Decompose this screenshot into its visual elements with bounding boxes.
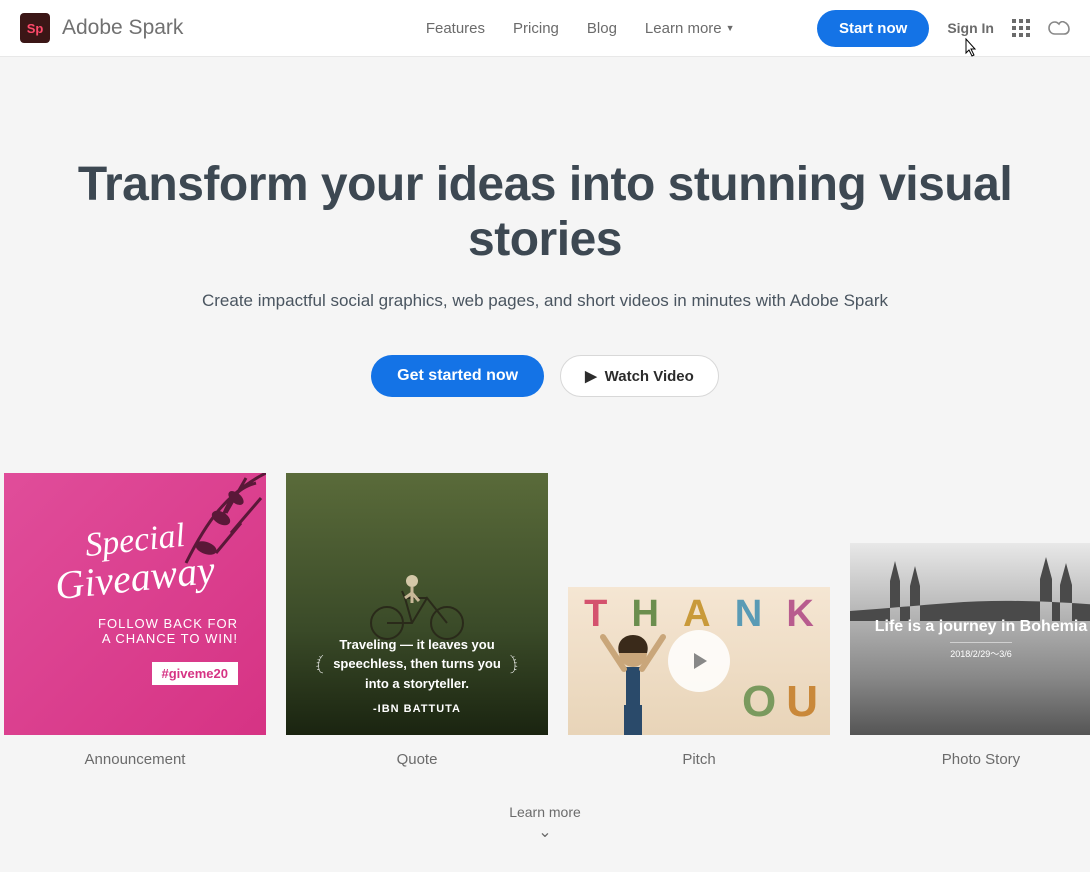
logo-icon: Sp — [20, 13, 50, 43]
pitch-you: OU — [742, 677, 818, 727]
learn-more-section[interactable]: Learn more ⌄ — [0, 788, 1090, 872]
announcement-sub1: FOLLOW BACK FOR — [98, 616, 238, 631]
announcement-tag: #giveme20 — [152, 662, 239, 685]
creative-cloud-icon[interactable] — [1048, 21, 1070, 35]
card-photo-story[interactable]: Life is a journey in Bohemia 2018/2/29～3… — [850, 473, 1090, 768]
gallery: Special Giveaway FOLLOW BACK FOR A CHANC… — [0, 437, 1090, 788]
watch-video-button[interactable]: ▶ Watch Video — [560, 355, 719, 397]
announcement-label: Announcement — [4, 751, 266, 768]
photo-story-date: 2018/2/29～3/6 — [950, 642, 1012, 660]
nav-features[interactable]: Features — [426, 20, 485, 37]
nav-learn-more-label: Learn more — [645, 20, 722, 37]
photo-story-image: Life is a journey in Bohemia 2018/2/29～3… — [850, 543, 1090, 735]
caret-down-icon: ▼ — [726, 23, 735, 33]
girl-silhouette-icon — [588, 625, 678, 735]
chevron-down-icon: ⌄ — [0, 822, 1090, 842]
quote-image: Traveling — it leaves you speechless, th… — [286, 473, 548, 735]
photo-story-label: Photo Story — [850, 751, 1090, 768]
pitch-label: Pitch — [568, 751, 830, 768]
nav-blog[interactable]: Blog — [587, 20, 617, 37]
quote-label: Quote — [286, 751, 548, 768]
pitch-image: THANK OU — [568, 587, 830, 735]
start-now-button[interactable]: Start now — [817, 10, 929, 47]
card-pitch[interactable]: THANK OU Pitch — [568, 473, 830, 768]
quote-author: -IBN BATTUTA — [373, 703, 461, 715]
card-announcement[interactable]: Special Giveaway FOLLOW BACK FOR A CHANC… — [4, 473, 266, 768]
bicycle-icon — [357, 553, 477, 643]
get-started-button[interactable]: Get started now — [371, 355, 544, 397]
hero-section: Transform your ideas into stunning visua… — [0, 57, 1090, 437]
nav-links: Features Pricing Blog Learn more ▼ — [266, 20, 735, 37]
nav-learn-more[interactable]: Learn more ▼ — [645, 20, 735, 37]
brand-name: Adobe Spark — [62, 16, 183, 40]
towers-silhouette-icon — [850, 551, 1090, 621]
play-icon: ▶ — [585, 367, 597, 385]
announcement-image: Special Giveaway FOLLOW BACK FOR A CHANC… — [4, 473, 266, 735]
card-quote[interactable]: Traveling — it leaves you speechless, th… — [286, 473, 548, 768]
nav-pricing[interactable]: Pricing — [513, 20, 559, 37]
laurel-right-icon — [509, 639, 518, 689]
learn-more-label: Learn more — [0, 804, 1090, 820]
watch-video-label: Watch Video — [605, 368, 694, 385]
nav-right: Start now Sign In — [817, 10, 1070, 47]
play-button-icon[interactable] — [668, 630, 730, 692]
hero-buttons: Get started now ▶ Watch Video — [20, 355, 1070, 397]
hero-subtitle: Create impactful social graphics, web pa… — [20, 291, 1070, 311]
hero-title: Transform your ideas into stunning visua… — [20, 157, 1070, 267]
announcement-sub2: A CHANCE TO WIN! — [102, 631, 238, 646]
laurel-wrap: Traveling — it leaves you speechless, th… — [316, 635, 518, 694]
quote-text: Traveling — it leaves you speechless, th… — [333, 635, 502, 694]
sign-in-link[interactable]: Sign In — [947, 20, 994, 36]
laurel-left-icon — [316, 639, 325, 689]
apps-grid-icon[interactable] — [1012, 19, 1030, 37]
photo-story-title: Life is a journey in Bohemia — [875, 618, 1088, 636]
navbar: Sp Adobe Spark Features Pricing Blog Lea… — [0, 0, 1090, 57]
sign-in-label: Sign In — [947, 20, 994, 36]
